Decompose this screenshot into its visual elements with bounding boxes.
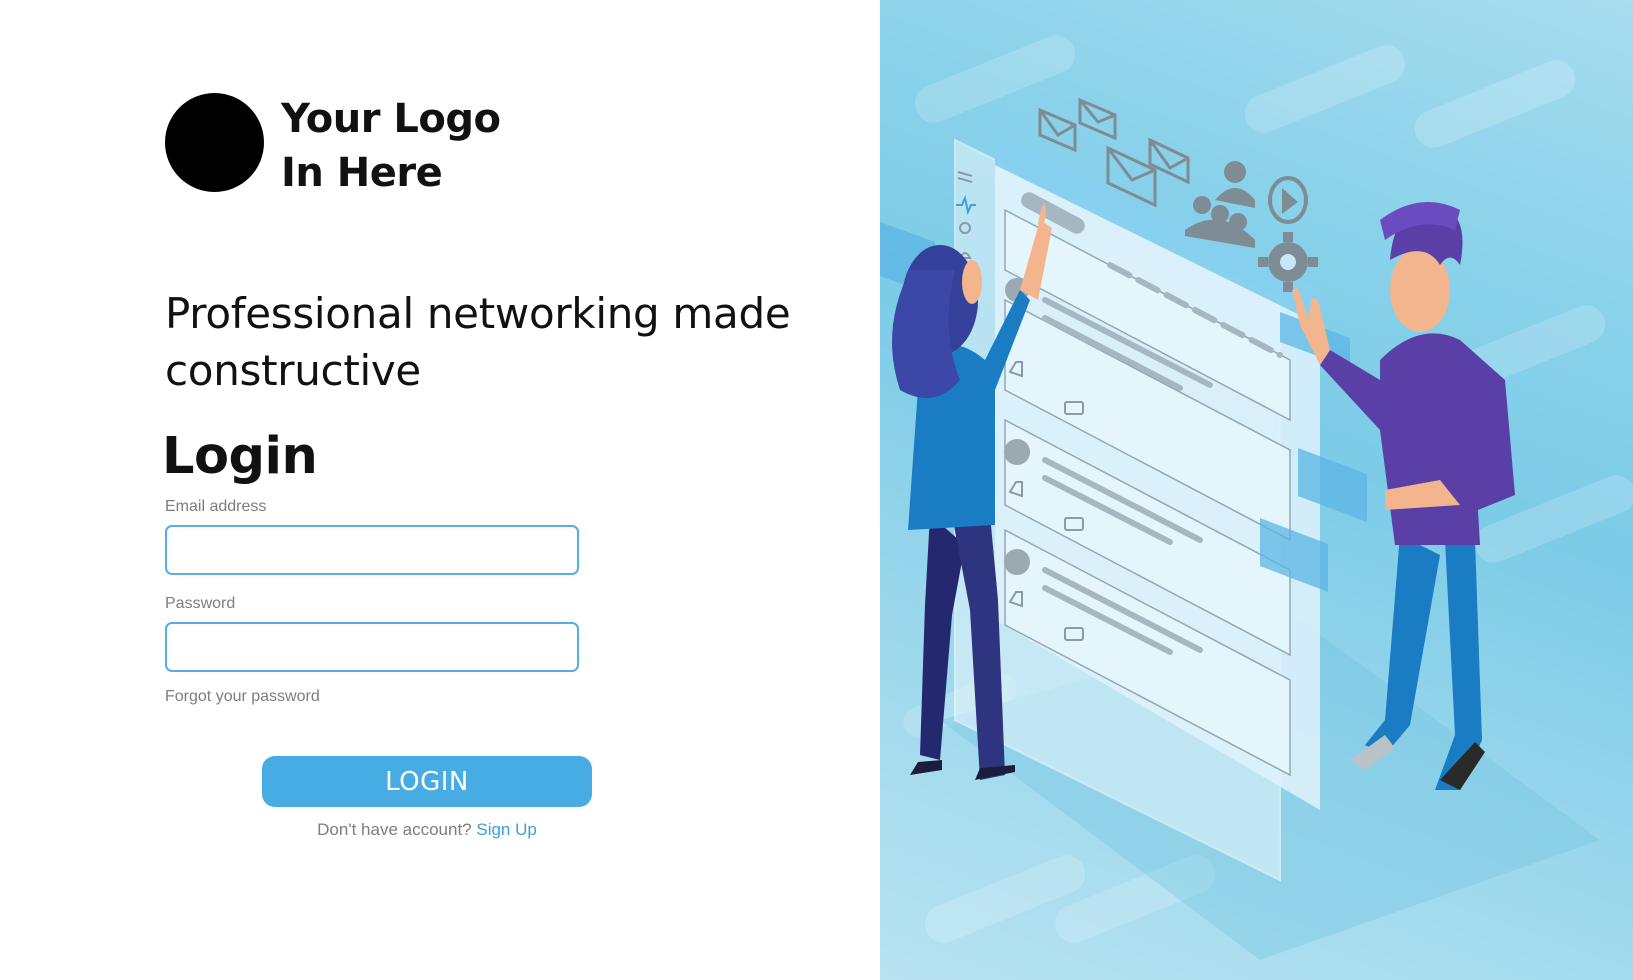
logo-line-2: In Here — [281, 150, 443, 196]
logo-line-1: Your Logo — [281, 96, 501, 142]
login-panel: Your Logo In Here Professional networkin… — [0, 0, 880, 980]
login-title: Login — [162, 427, 318, 486]
signup-line: Don't have account? Sign Up — [262, 820, 592, 840]
login-button[interactable]: LOGIN — [262, 756, 592, 807]
user-icon — [1215, 161, 1255, 208]
password-input[interactable] — [165, 622, 579, 672]
logo-text: Your Logo In Here — [281, 92, 501, 200]
networking-illustration — [880, 35, 1633, 960]
password-label: Password — [165, 595, 236, 612]
tagline: Professional networking made constructiv… — [165, 289, 791, 395]
hero-illustration-panel — [880, 0, 1633, 980]
signup-link[interactable]: Sign Up — [476, 820, 536, 839]
email-label: Email address — [165, 498, 267, 515]
forgot-password-link[interactable]: Forgot your password — [165, 688, 320, 706]
play-icon — [1268, 176, 1308, 224]
signup-prompt: Don't have account? — [317, 820, 472, 839]
logo-mark — [165, 93, 264, 192]
email-input[interactable] — [165, 525, 579, 575]
